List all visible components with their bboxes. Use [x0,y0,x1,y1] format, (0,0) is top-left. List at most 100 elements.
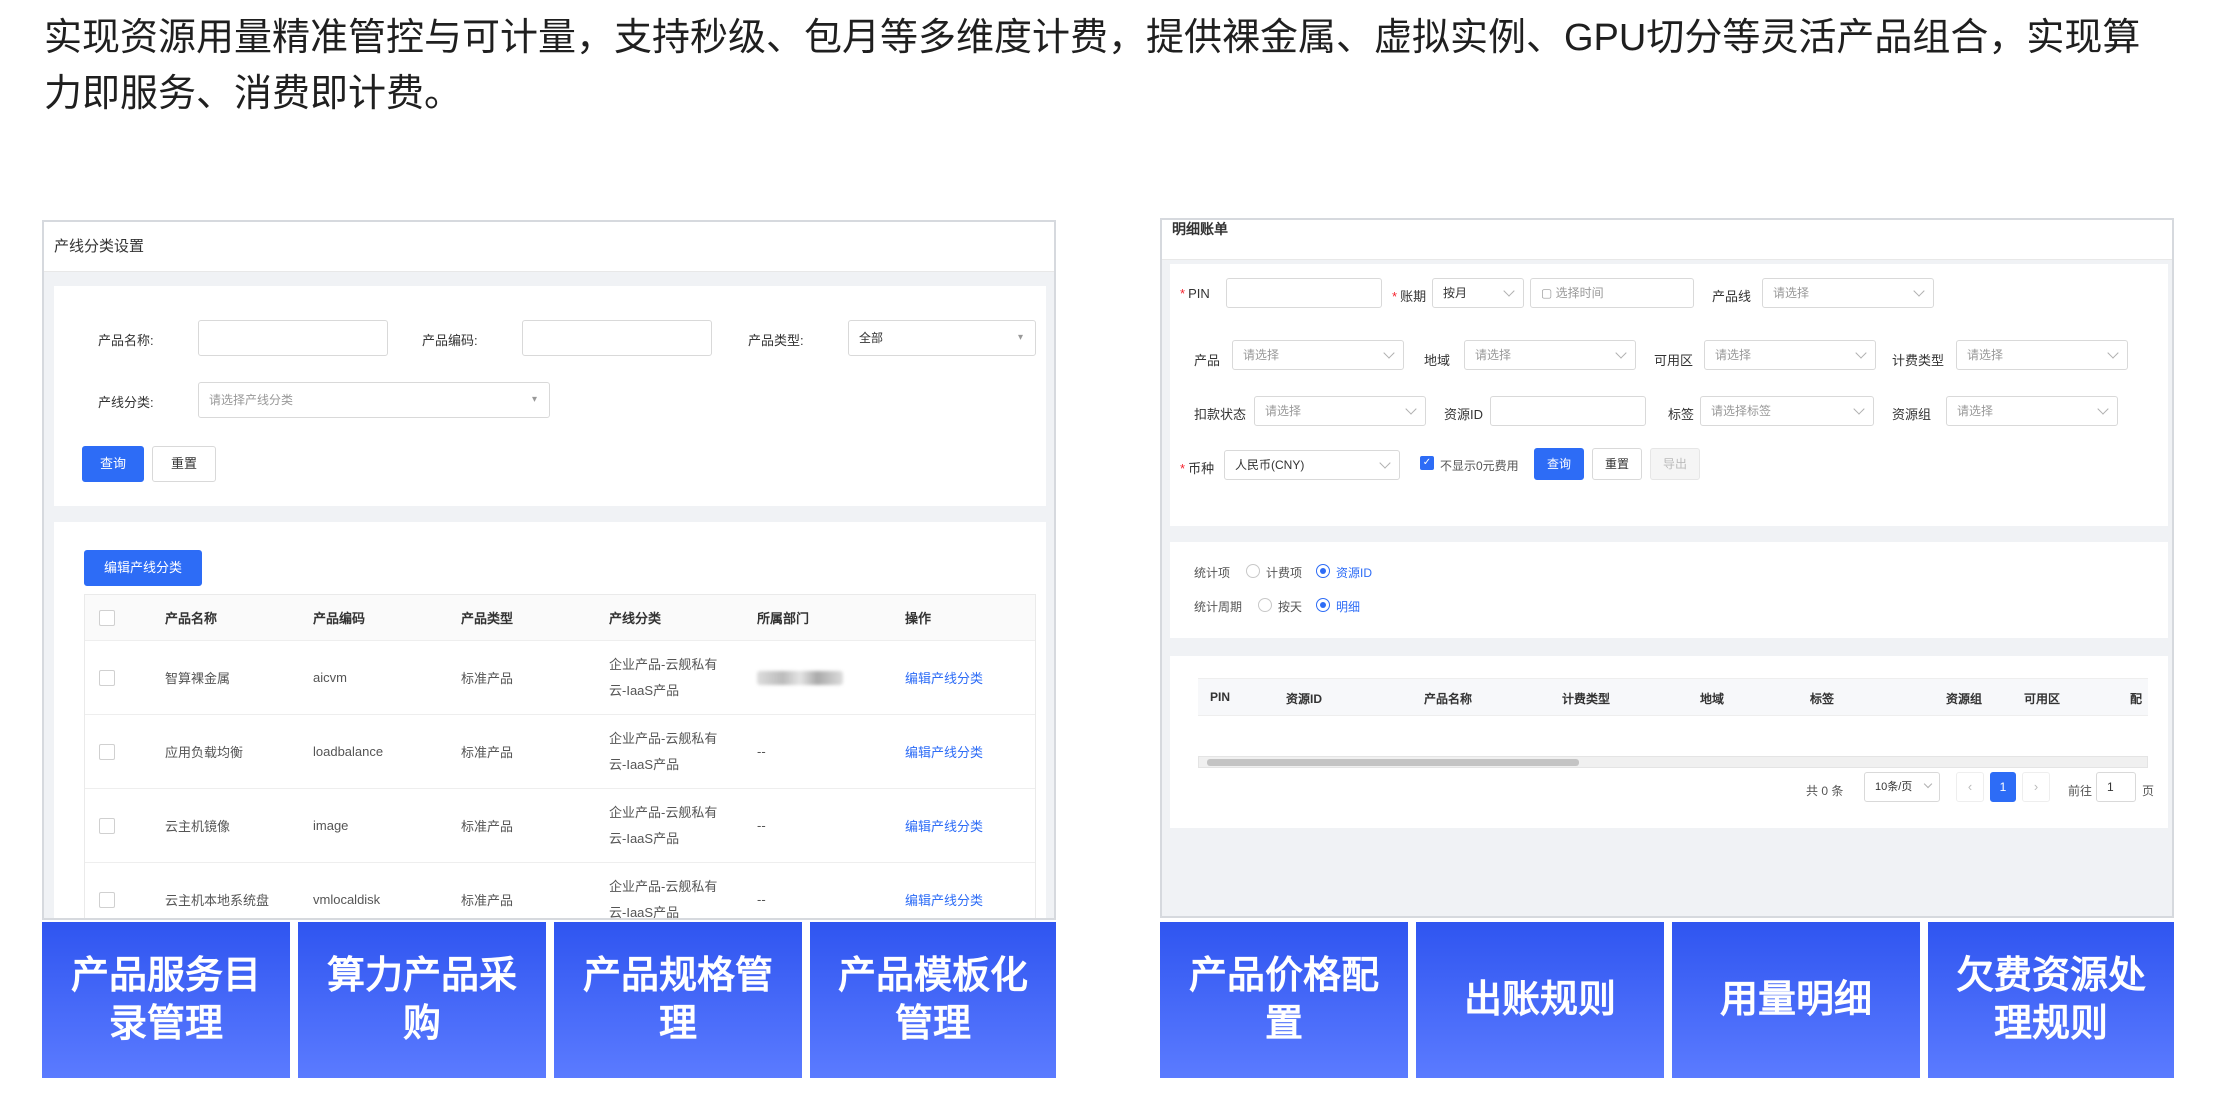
period-label: * 账期 [1392,289,1427,304]
chevron-down-icon [1383,347,1395,359]
panel-title: 产线分类设置 [44,222,1054,272]
edit-category-link[interactable]: 编辑产线分类 [905,715,983,788]
product-line-select[interactable]: 请选择 [1762,278,1934,308]
redacted-department [757,670,843,685]
period-value: 按月 [1443,286,1468,300]
goto-page-input[interactable]: 1 [2096,772,2136,802]
currency-value: 人民币(CNY) [1235,458,1305,472]
tile-arrears-handling-rules: 欠费资源处理规则 [1928,922,2174,1078]
stat-item-label: 统计项 [1194,566,1231,580]
region-select[interactable]: 请选择 [1464,340,1636,370]
cell-category: 企业产品-云舰私有 云-IaaS产品 [609,641,717,714]
resource-id-input[interactable] [1490,396,1646,426]
edit-category-link[interactable]: 编辑产线分类 [905,863,983,918]
page-size-value: 10条/页 [1875,781,1913,793]
category-placeholder: 请选择产线分类 [209,393,294,407]
product-label: 产品 [1194,353,1221,368]
caret-down-icon: ▾ [531,394,537,405]
table-header-row: 产品名称 产品编码 产品类型 产线分类 所属部门 操作 [85,595,1035,641]
cell-type: 标准产品 [461,671,514,686]
radio-resource-id[interactable] [1316,564,1330,578]
table-row: 智算裸金属 aicvm 标准产品 企业产品-云舰私有 云-IaaS产品 编辑产线… [85,641,1035,715]
results-table-header: PIN 资源ID 产品名称 计费类型 地域 标签 资源组 可用区 配 [1198,678,2148,716]
cell-category: 企业产品-云舰私有 云-IaaS产品 [609,863,718,920]
pin-label: * PIN [1180,286,1210,301]
horizontal-scrollbar[interactable] [1198,756,2148,768]
query-button[interactable]: 查询 [1534,448,1584,480]
goto-page-value: 1 [2107,780,2114,794]
col-category: 产线分类 [609,611,662,626]
select-all-checkbox[interactable] [99,609,115,626]
chevron-down-icon [1923,779,1933,789]
reset-button[interactable]: 重置 [1592,448,1642,480]
statistics-card: 统计项 计费项 资源ID 统计周期 按天 明细 [1170,542,2168,638]
tile-price-configuration: 产品价格配置 [1160,922,1408,1078]
hide-zero-label: 不显示0元费用 [1440,459,1519,473]
cell-name: 智算裸金属 [165,671,231,686]
radio-billing-item[interactable] [1246,564,1260,578]
billing-type-select[interactable]: 请选择 [1956,340,2128,370]
chevron-down-icon [1913,285,1925,297]
cell-category-line1: 企业产品-云舰私有 [609,730,718,746]
tag-select[interactable]: 请选择标签 [1700,396,1874,426]
scrollbar-thumb[interactable] [1207,759,1579,766]
col-operation: 操作 [905,611,932,626]
currency-select[interactable]: 人民币(CNY) [1224,450,1400,480]
pager-total: 共 0 条 [1806,784,1844,798]
cell-name: 应用负载均衡 [165,745,244,760]
resource-group-label: 资源组 [1892,407,1932,422]
cell-category-line2: 云-IaaS产品 [609,904,680,920]
row-checkbox[interactable] [99,743,115,760]
product-type-select[interactable]: 全部 ▾ [848,320,1036,356]
edit-category-button[interactable]: 编辑产线分类 [84,550,202,586]
filter-card: 产品名称: 产品编码: 产品类型: 全部 ▾ 产线分类: 请选择产线分类 ▾ 查… [54,286,1046,506]
date-placeholder: 选择时间 [1555,286,1604,300]
cell-category: 企业产品-云舰私有 云-IaaS产品 [609,715,717,788]
edit-category-link[interactable]: 编辑产线分类 [905,789,983,862]
date-picker[interactable]: ▢ 选择时间 [1530,278,1694,308]
cell-category: 企业产品-云舰私有 云-IaaS产品 [609,789,717,862]
next-page-button[interactable]: › [2022,772,2050,802]
row-checkbox[interactable] [99,891,115,908]
col-az: 可用区 [2024,692,2061,706]
page-1-button[interactable]: 1 [1990,772,2016,802]
prev-page-button[interactable]: ‹ [1956,772,1984,802]
chevron-down-icon [1615,347,1627,359]
row-checkbox[interactable] [99,669,115,686]
cell-category-line2: 云-IaaS产品 [609,756,680,772]
col-config: 配 [2130,692,2143,706]
category-select[interactable]: 请选择产线分类 ▾ [198,382,550,418]
cell-type: 标准产品 [461,893,514,908]
page-size-select[interactable]: 10条/页 [1864,772,1940,802]
az-select[interactable]: 请选择 [1704,340,1876,370]
region-label: 地域 [1424,353,1451,368]
query-button[interactable]: 查询 [82,446,144,482]
chevron-down-icon [1405,403,1417,415]
cell-category-line1: 企业产品-云舰私有 [609,878,718,894]
hide-zero-checkbox[interactable]: ✓ [1420,456,1434,470]
period-select[interactable]: 按月 [1432,278,1524,308]
export-button[interactable]: 导出 [1650,448,1700,480]
tile-compute-procurement: 算力产品采购 [298,922,546,1078]
resource-group-select[interactable]: 请选择 [1946,396,2118,426]
stat-cycle-label: 统计周期 [1194,600,1243,614]
cell-name: 云主机镜像 [165,819,231,834]
pin-input[interactable] [1226,278,1382,308]
radio-daily[interactable] [1258,598,1272,612]
edit-category-link[interactable]: 编辑产线分类 [905,641,983,714]
calendar-icon: ▢ [1541,286,1556,300]
deduct-status-select[interactable]: 请选择 [1254,396,1426,426]
table-row: 云主机镜像 image 标准产品 企业产品-云舰私有 云-IaaS产品 -- 编… [85,789,1035,863]
cell-category-line2: 云-IaaS产品 [609,830,680,846]
reset-button[interactable]: 重置 [152,446,216,482]
radio-detail[interactable] [1316,598,1330,612]
placeholder: 请选择 [1715,348,1752,362]
goto-label: 前往 [2068,784,2093,798]
product-select[interactable]: 请选择 [1232,340,1404,370]
row-checkbox[interactable] [99,817,115,834]
results-card: PIN 资源ID 产品名称 计费类型 地域 标签 资源组 可用区 配 共 0 条… [1170,656,2168,828]
product-name-input[interactable] [198,320,388,356]
cell-code: image [313,818,349,833]
product-code-input[interactable] [522,320,712,356]
cell-department: -- [757,818,766,833]
